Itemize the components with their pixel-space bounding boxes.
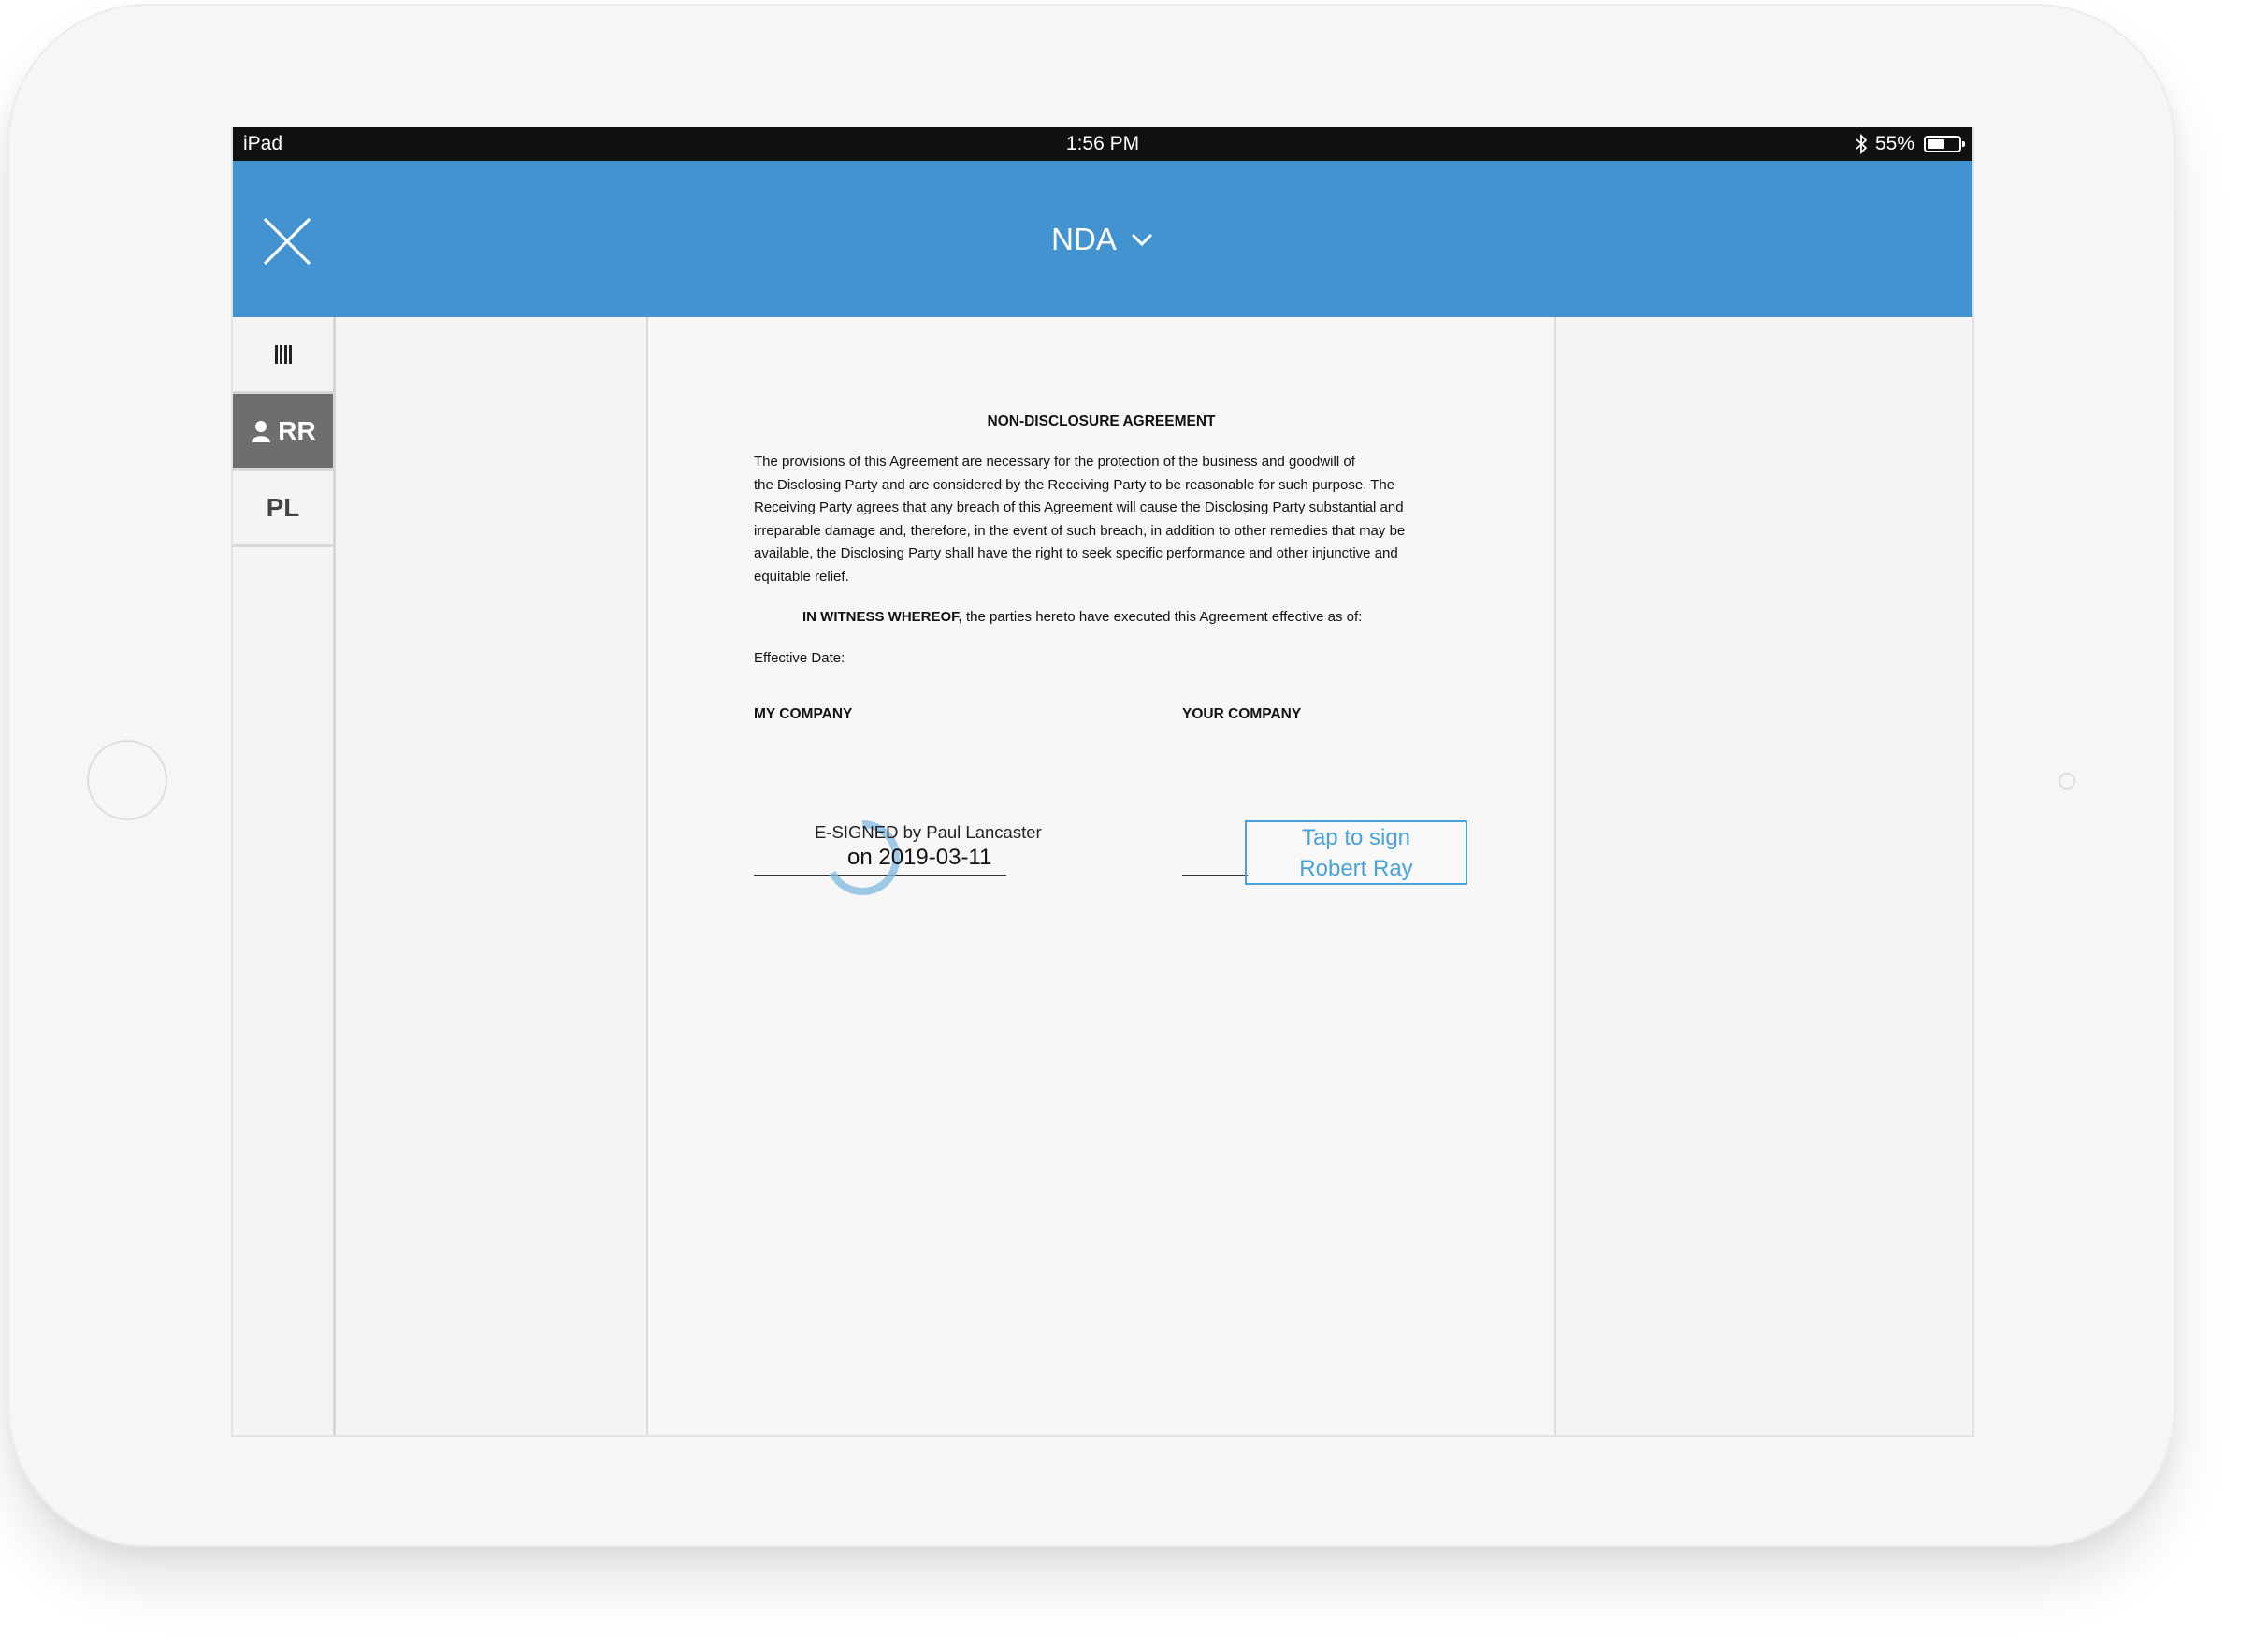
signer-name: Robert Ray [1299,856,1413,881]
status-right: 55% [1855,127,1965,161]
camera-icon [2059,773,2075,790]
document-page: NON-DISCLOSURE AGREEMENT The provisions … [648,317,1556,1435]
witness-bold: IN WITNESS WHEREOF, [802,609,962,625]
body-line: irreparable damage and, therefore, in th… [754,522,1406,539]
party-my-company: MY COMPANY [754,706,853,722]
tap-to-sign-label: Tap to sign [1301,825,1411,850]
screen: iPad 1:56 PM 55% NDA RR PL NON-DISCLOSUR… [231,127,1974,1437]
signer-sidebar: RR PL [233,317,336,1435]
ipad-frame: iPad 1:56 PM 55% NDA RR PL NON-DISCLOSUR… [7,4,2175,1547]
body-line: the Disclosing Party and are considered … [754,476,1395,493]
witness-text: the parties hereto have executed this Ag… [961,609,1363,625]
body-line: available, the Disclosing Party shall ha… [754,545,1398,562]
status-bar: iPad 1:56 PM 55% [233,127,1972,161]
sidebar-item-label: RR [278,415,316,445]
sidebar-item-rr[interactable]: RR [233,394,333,471]
columns-icon [274,344,292,364]
sidebar-item-pl[interactable]: PL [233,471,333,547]
document-title[interactable]: NDA [1051,222,1117,257]
document-switcher[interactable]: NDA [233,161,1972,317]
user-icon [252,420,271,442]
nav-bar: NDA [233,161,1972,317]
esigned-date-text: on 2019-03-11 [847,845,992,870]
sidebar-item-label: PL [266,492,300,522]
document-body: The provisions of this Agreement are nec… [754,451,1451,589]
party-your-company: YOUR COMPANY [1182,706,1302,722]
sidebar-item-all-pages[interactable] [233,317,333,394]
battery-icon [1924,136,1965,152]
body-line: equitable relief. [754,568,849,585]
home-button[interactable] [87,740,167,820]
signature-line-yours [1182,875,1248,876]
battery-percent: 55% [1874,133,1914,154]
status-time: 1:56 PM [1065,133,1140,154]
close-icon[interactable] [259,213,315,269]
bluetooth-icon [1856,134,1868,154]
body-line: The provisions of this Agreement are nec… [754,454,1355,470]
body-line: Receiving Party agrees that any breach o… [754,500,1404,516]
tap-to-sign-button[interactable]: Tap to sign Robert Ray [1245,820,1467,885]
esigned-by-text: E-SIGNED by Paul Lancaster [815,822,1042,842]
document-heading: NON-DISCLOSURE AGREEMENT [987,413,1216,429]
thumbnail-panel [336,317,648,1435]
effective-date-label: Effective Date: [754,650,845,666]
right-panel [1556,317,1972,1435]
witness-clause: IN WITNESS WHEREOF, the parties hereto h… [802,609,1362,625]
chevron-down-icon[interactable] [1130,232,1154,247]
